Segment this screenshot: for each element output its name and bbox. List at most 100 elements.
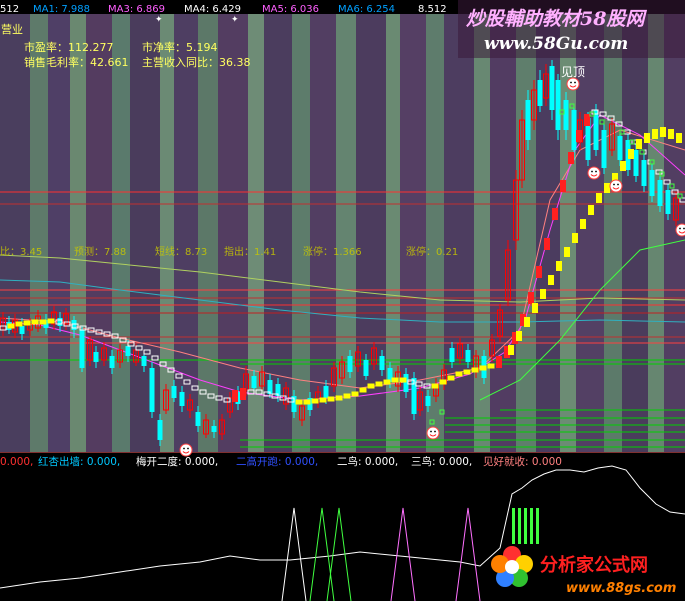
ribbon-block: [552, 208, 558, 220]
candle-body: [449, 348, 455, 362]
stat-value-0: 比：3.45: [0, 246, 42, 258]
stat-value-3: 指出：1.41: [224, 245, 276, 258]
ribbon-block: [240, 388, 246, 400]
indicator-value-5: 三鸟: 0.000,: [411, 455, 472, 468]
signal-bar: [530, 508, 533, 544]
ma-value-1: MA1: 7.988: [33, 4, 90, 15]
ribbon-block: [431, 383, 439, 389]
ribbon-block: [584, 114, 590, 126]
smiley-icon: [566, 77, 580, 91]
ribbon-block: [508, 345, 514, 355]
candle-body: [425, 396, 431, 406]
smiley-icon: [609, 179, 623, 193]
ribbon-block: [359, 387, 367, 393]
candle-body: [379, 356, 385, 370]
ribbon-block: [335, 395, 343, 401]
volume-stripe: [30, 14, 48, 452]
pe-ratio: 市盈率：112.277: [24, 40, 114, 54]
smiley-icon: [675, 223, 685, 237]
candle-body: [633, 150, 639, 176]
ribbon-block: [47, 318, 55, 324]
volume-stripe: [112, 14, 130, 452]
ribbon-block: [23, 320, 31, 326]
star-icon: ✦: [231, 15, 239, 25]
candle-body: [537, 80, 543, 106]
candle-body: [109, 356, 115, 368]
ribbon-block: [391, 377, 399, 383]
stat-value-4: 涨停：1.366: [303, 245, 362, 258]
volume-stripe: [86, 14, 112, 452]
candle-body: [347, 356, 353, 372]
ribbon-block: [455, 371, 463, 377]
ribbon-block: [536, 266, 542, 278]
indicator-value-4: 二鸟: 0.000,: [337, 455, 398, 468]
ribbon-block: [447, 375, 455, 381]
candle-body: [555, 80, 561, 130]
watermark-top-title: 炒股輔助教材58股网: [466, 8, 647, 30]
ribbon-block: [588, 205, 594, 215]
candle-body: [601, 130, 607, 168]
ribbon-block: [319, 397, 327, 403]
ribbon-block: [311, 398, 319, 404]
candle-body: [649, 170, 655, 196]
ribbon-block: [604, 183, 610, 193]
candle-body: [19, 326, 25, 334]
candle-body: [665, 190, 671, 214]
sector-label: 营业: [1, 22, 23, 36]
stock-chart[interactable]: 512 MA1: 7.988 MA3: 6.869 MA4: 6.429 MA5: 6.…: [0, 0, 685, 601]
volume-stripe: [648, 14, 664, 452]
candle-body: [195, 412, 201, 426]
volume-stripe: [48, 14, 70, 452]
ribbon-block: [15, 321, 23, 327]
ma-value-5: MA6: 6.254: [338, 4, 395, 15]
lower-panel-bg: [0, 453, 685, 601]
indicator-value-1: 红杏出墙: 0.000,: [38, 455, 120, 468]
ribbon-block: [31, 319, 39, 325]
ribbon-block: [564, 247, 570, 257]
ribbon-block: [516, 331, 522, 341]
ribbon-block: [463, 369, 471, 375]
volume-stripe: [622, 14, 648, 452]
ribbon-block: [596, 193, 602, 203]
ribbon-block: [652, 129, 658, 139]
indicator-value-2: 梅开二度: 0.000,: [136, 455, 218, 468]
candle-body: [657, 180, 663, 206]
candle-body: [141, 356, 147, 366]
top-label: 见顶: [561, 65, 585, 79]
candle-body: [363, 360, 369, 376]
candle-body: [251, 376, 257, 388]
ribbon-block: [576, 130, 582, 142]
ribbon-block: [676, 133, 682, 143]
ribbon-block: [343, 393, 351, 399]
signal-bar: [512, 508, 515, 544]
stat-value-5: 涨停：0.21: [406, 245, 458, 258]
watermark-top-url: www.58Gu.com: [484, 34, 628, 54]
chart-background: [0, 14, 685, 601]
candle-body: [465, 350, 471, 362]
ribbon-block: [367, 383, 375, 389]
pb-ratio: 市净率：5.194: [142, 40, 218, 54]
ribbon-block: [528, 292, 534, 304]
ribbon-block: [560, 180, 566, 192]
candle-body: [323, 386, 329, 398]
ribbon-block: [532, 303, 538, 313]
ribbon-block: [568, 152, 574, 164]
indicator-value-0: 0.000,: [0, 456, 33, 468]
ribbon-block: [556, 261, 562, 271]
stat-value-1: 预测：7.88: [74, 245, 126, 258]
candle-body: [571, 110, 577, 150]
ribbon-block: [620, 161, 626, 171]
volume-stripe: [490, 14, 516, 452]
volume-stripe: [0, 14, 30, 452]
ma-value-3: MA4: 6.429: [184, 4, 241, 15]
stat-value-2: 短线：8.73: [155, 245, 207, 258]
ribbon-block: [644, 133, 650, 143]
smiley-icon: [587, 166, 601, 180]
watermark-top: 炒股輔助教材58股网 www.58Gu.com: [458, 0, 685, 58]
volume-stripe: [130, 14, 160, 452]
gross-margin: 销售毛利率：42.661: [24, 55, 129, 69]
ribbon-block: [487, 363, 495, 369]
volume-stripe: [198, 14, 218, 452]
signal-bar: [524, 508, 527, 544]
ma-value-4: MA5: 6.036: [262, 4, 319, 15]
